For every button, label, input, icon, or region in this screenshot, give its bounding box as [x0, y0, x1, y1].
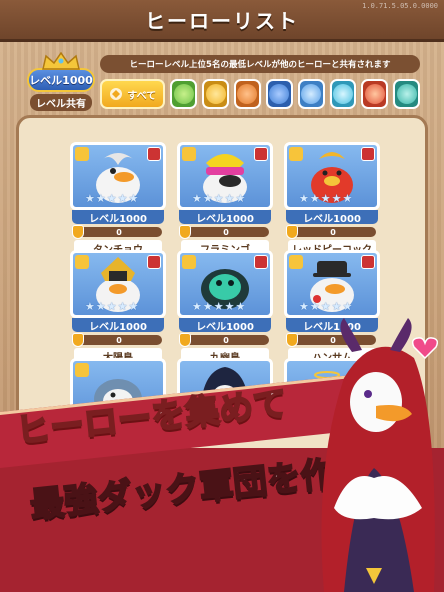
share-notice: ヒーローレベル上位5名の最低レベルが他のヒーローと共有されます [100, 55, 420, 73]
hero-card[interactable]: ★★★★★ レベル1000 0 九幽鳥 [177, 250, 273, 368]
rarity-badge [75, 363, 89, 377]
element-badge [147, 147, 161, 161]
filter-flame-button[interactable] [361, 79, 389, 109]
hero-portrait: ★★★★★ [70, 142, 166, 210]
hero-progress-value: 0 [116, 227, 122, 237]
star-rating: ★★★★★ [299, 192, 353, 205]
version-label: 1.0.71.5.05.0.0000 [362, 2, 438, 10]
hero-level: レベル1000 [72, 210, 164, 225]
shared-level-label: レベル共有 [30, 94, 92, 111]
page-title: ヒーローリスト [145, 9, 299, 33]
hero-progress-value: 0 [223, 227, 229, 237]
rarity-badge [289, 255, 303, 269]
sun-icon [205, 84, 226, 104]
level-shared-badge: レベル1000 レベル共有 [26, 51, 96, 112]
heart-icon [411, 337, 439, 360]
rarity-badge [289, 147, 303, 161]
hero-card[interactable]: ★★★★★ レベル1000 0 レッドピーコック [284, 142, 380, 260]
fist-icon [237, 84, 258, 104]
hero-progress-bar: 0 [179, 333, 269, 347]
star-rating: ★★★★★ [85, 192, 139, 205]
hero-portrait: ★★★★★ [70, 250, 166, 318]
filter-sun-button[interactable] [202, 79, 230, 109]
filter-snowflake-button[interactable] [329, 79, 357, 109]
sun-face-icon [301, 84, 322, 104]
hero-card[interactable]: ★★★★★ レベル1000 0 タンチョウ [70, 142, 166, 260]
flame-icon [364, 84, 385, 104]
hero-portrait: ★★★★★ [177, 142, 273, 210]
hero-portrait: ★★★★★ [177, 250, 273, 318]
hero-progress-bar: 0 [72, 333, 162, 347]
all-types-icon [110, 88, 123, 100]
snowflake-icon [332, 84, 353, 104]
hero-level: レベル1000 [179, 318, 271, 333]
hero-portrait: ★★★★★ [284, 142, 380, 210]
rarity-badge [182, 147, 196, 161]
hero-card[interactable]: ★★★★★ レベル1000 0 太陽鳥 [70, 250, 166, 368]
star-rating: ★★★★★ [85, 300, 139, 313]
drop-icon [396, 84, 417, 104]
element-badge [254, 255, 268, 269]
element-badge [254, 147, 268, 161]
filter-shield-button[interactable] [265, 79, 293, 109]
hero-level: レベル1000 [286, 210, 378, 225]
hero-level: レベル1000 [72, 318, 164, 333]
shield-icon [269, 84, 290, 104]
filter-drop-button[interactable] [393, 79, 420, 109]
hero-progress-bar: 0 [286, 225, 376, 239]
star-rating: ★★★★★ [299, 300, 353, 313]
rarity-badge [75, 147, 89, 161]
filter-all-label: すべて [127, 90, 157, 102]
crown-icon [41, 51, 81, 70]
hero-progress-value: 0 [330, 227, 336, 237]
succubus-duck-character [304, 318, 444, 592]
filter-all-button[interactable]: すべて [100, 79, 166, 109]
hero-portrait: ★★★★★ [284, 250, 380, 318]
element-badge [147, 255, 161, 269]
hero-progress-bar: 0 [179, 225, 269, 239]
hero-progress-bar: 0 [72, 225, 162, 239]
hero-progress-value: 0 [116, 335, 122, 345]
hero-level: レベル1000 [179, 210, 271, 225]
hero-progress-value: 0 [223, 335, 229, 345]
leaf-icon [173, 84, 194, 104]
filter-sun-face-button[interactable] [297, 79, 325, 109]
hero-card[interactable]: ★★★★★ レベル1000 0 フラミンゴ [177, 142, 273, 260]
title-bar: ヒーローリスト 1.0.71.5.05.0.0000 [0, 0, 444, 42]
filter-fist-button[interactable] [234, 79, 261, 109]
rarity-badge [182, 255, 196, 269]
shared-level-value: レベル1000 [27, 68, 95, 92]
element-badge [361, 147, 375, 161]
star-rating: ★★★★★ [192, 192, 246, 205]
star-rating: ★★★★★ [192, 300, 246, 313]
element-filter-bar: すべて [100, 78, 420, 110]
rarity-badge [75, 255, 89, 269]
element-badge [361, 255, 375, 269]
filter-leaf-button[interactable] [170, 79, 198, 109]
